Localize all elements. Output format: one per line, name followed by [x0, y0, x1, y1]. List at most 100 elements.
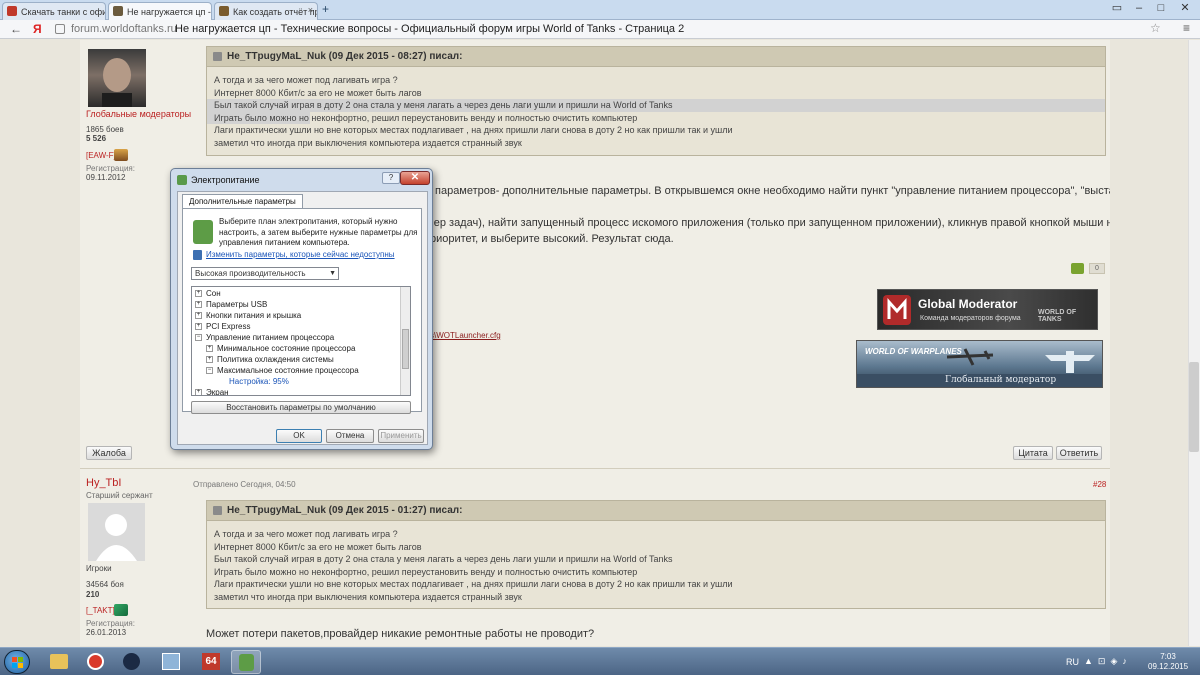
quote-block: He_TTpugyMaL_Nuk (09 Дек 2015 - 08:27) п… [206, 46, 1106, 156]
avatar[interactable] [88, 49, 146, 107]
tabs-list-icon[interactable]: ▭ [1106, 0, 1128, 18]
tree-item-min-cpu[interactable]: + Минимальное состояние процессора [206, 344, 355, 353]
expand-icon[interactable]: + [195, 389, 202, 395]
clan-tag[interactable]: [_TAKT] [86, 606, 115, 615]
restore-defaults-button[interactable]: Восстановить параметры по умолчанию [191, 401, 411, 414]
expand-icon[interactable]: + [195, 290, 202, 298]
taskbar-explorer-icon[interactable] [44, 650, 74, 674]
quote-header: He_TTpugyMaL_Nuk (09 Дек 2015 - 08:27) п… [207, 47, 1105, 67]
ok-button[interactable]: OK [276, 429, 322, 443]
back-arrow-icon[interactable]: ← [10, 22, 22, 36]
quote-line: Интернет 8000 Кбит/с за его не может быт… [214, 541, 422, 552]
dialog-close-button[interactable]: ✕ [400, 171, 430, 185]
username[interactable]: Hy_TbI [86, 477, 121, 489]
quote-button[interactable]: Цитата [1013, 446, 1053, 460]
quote-line: Лаги практически ушли но вне которых мес… [214, 579, 733, 589]
tree-item-label: Кнопки питания и крышка [206, 311, 302, 320]
tab-label: Как создать отчёт пр [233, 7, 318, 17]
taskbar-steam-icon[interactable] [116, 650, 146, 674]
collapse-icon[interactable]: − [206, 367, 213, 375]
quote-author: He_TTpugyMaL_Nuk (09 Дек 2015 - 01:27) п… [227, 505, 463, 516]
quote-line-selected: Играть было можно но неконфортно, решил … [207, 111, 1105, 124]
browser-tab[interactable]: Как создать отчёт пр × [214, 2, 318, 20]
expand-icon[interactable]: + [195, 323, 202, 331]
taskbar-power-options-icon[interactable] [231, 650, 261, 674]
settings-panel: Выберите план электропитания, который ну… [182, 208, 422, 414]
tree-item-max-cpu[interactable]: − Максимальное состояние процессора [206, 366, 359, 375]
help-button[interactable]: ? [382, 172, 400, 184]
tree-item-label: Сон [206, 289, 221, 298]
complaint-button[interactable]: Жалоба [86, 446, 132, 460]
expand-icon[interactable]: + [195, 312, 202, 320]
vote-up-icon[interactable] [1071, 263, 1084, 274]
clan-emblem-icon[interactable] [114, 149, 128, 161]
apply-button[interactable]: Применить [378, 429, 424, 443]
tree-scrollbar-thumb[interactable] [402, 329, 409, 369]
expand-icon[interactable]: + [206, 345, 213, 353]
tree-item-power-buttons[interactable]: + Кнопки питания и крышка [195, 311, 301, 320]
quote-line: заметил что иногда при выключения компью… [214, 591, 522, 602]
tab-favicon-icon [7, 6, 17, 16]
taskbar-aida64-icon[interactable]: 64 [196, 650, 226, 674]
browser-tab-active[interactable]: Не нагружается цп - [108, 2, 212, 20]
avatar[interactable] [88, 503, 145, 561]
clan-tag[interactable]: [EAW-F] [86, 151, 116, 160]
config-link[interactable]: s\WOTLauncher.cfg [430, 331, 501, 340]
collapse-icon[interactable]: − [195, 334, 202, 342]
expand-icon[interactable]: + [206, 356, 213, 364]
yandex-logo-icon[interactable]: Я [33, 22, 42, 36]
scrollbar-thumb[interactable] [1189, 362, 1199, 452]
tree-item-display[interactable]: + Экран [195, 388, 229, 395]
plane-icon [946, 348, 994, 366]
post-number[interactable]: #28 [1093, 480, 1106, 489]
browser-menu-icon[interactable]: ≡ [1183, 21, 1190, 35]
clan-emblem-icon[interactable] [114, 604, 128, 616]
quote-line: Играть было можно но неконфортно, решил … [214, 566, 638, 577]
tray-icons[interactable]: ▲⊡◈♪ [1084, 656, 1132, 667]
tree-item-pci-express[interactable]: + PCI Express [195, 322, 250, 331]
tree-item-sleep[interactable]: + Сон [195, 289, 221, 298]
start-button[interactable] [4, 650, 30, 674]
close-window-button[interactable]: ✕ [1174, 0, 1196, 18]
power-plan-select[interactable]: Высокая производительность ▼ [191, 267, 339, 280]
tree-item-usb[interactable]: + Параметры USB [195, 300, 267, 309]
cancel-button[interactable]: Отмена [326, 429, 374, 443]
taskbar-yandex-icon[interactable] [80, 650, 110, 674]
change-unavailable-settings-link[interactable]: Изменить параметры, которые сейчас недос… [206, 250, 395, 259]
page-scrollbar[interactable] [1188, 40, 1200, 646]
url-page-title[interactable]: Не нагружается цп - Технические вопросы … [175, 23, 684, 35]
maximize-button[interactable]: □ [1150, 0, 1172, 18]
expand-icon[interactable]: + [195, 301, 202, 309]
tree-item-cooling[interactable]: + Политика охлаждения системы [206, 355, 334, 364]
url-domain[interactable]: forum.worldoftanks.ru [71, 23, 177, 35]
user-group: Игроки [86, 564, 112, 573]
post-body-line: риоритет, и выберите высокий. Результат … [430, 233, 674, 245]
quote-line: Был такой случай играя в доту 2 она стал… [214, 554, 673, 564]
quote-author: He_TTpugyMaL_Nuk (09 Дек 2015 - 08:27) п… [227, 51, 463, 62]
max-cpu-setting-value[interactable]: Настройка: 95% [229, 377, 289, 386]
moderator-shield-icon [883, 295, 911, 325]
tree-item-label: Минимальное состояние процессора [217, 344, 356, 353]
language-indicator[interactable]: RU [1066, 657, 1079, 667]
tree-scrollbar[interactable] [400, 287, 410, 395]
bookmark-star-icon[interactable]: ☆ [1150, 21, 1161, 35]
quote-block: He_TTpugyMaL_Nuk (09 Дек 2015 - 01:27) п… [206, 500, 1106, 609]
dialog-description: Выберите план электропитания, который ну… [219, 217, 418, 247]
browser-tab[interactable]: Скачать танки с офи [2, 2, 106, 20]
uac-shield-icon [193, 250, 202, 260]
tab-advanced-settings[interactable]: Дополнительные параметры [182, 194, 303, 209]
minimize-button[interactable]: ‒ [1128, 0, 1150, 18]
tab-close-icon[interactable]: × [308, 5, 313, 15]
clock[interactable]: 7:03 09.12.2015 [1148, 652, 1188, 672]
site-info-icon[interactable] [55, 24, 65, 34]
quote-icon [213, 52, 222, 61]
new-tab-button[interactable]: + [322, 2, 329, 16]
reply-button[interactable]: Ответить [1056, 446, 1102, 460]
taskbar-network-icon[interactable] [156, 650, 186, 674]
tree-item-label: Управление питанием процессора [206, 333, 335, 342]
browser-tab-bar: Скачать танки с офи Не нагружается цп - … [0, 0, 1200, 20]
tree-item-cpu-power[interactable]: − Управление питанием процессора [195, 333, 334, 342]
reg-label: Регистрация: [86, 164, 135, 173]
power-plan-selected: Высокая производительность [195, 269, 306, 278]
reg-label: Регистрация: [86, 619, 135, 628]
